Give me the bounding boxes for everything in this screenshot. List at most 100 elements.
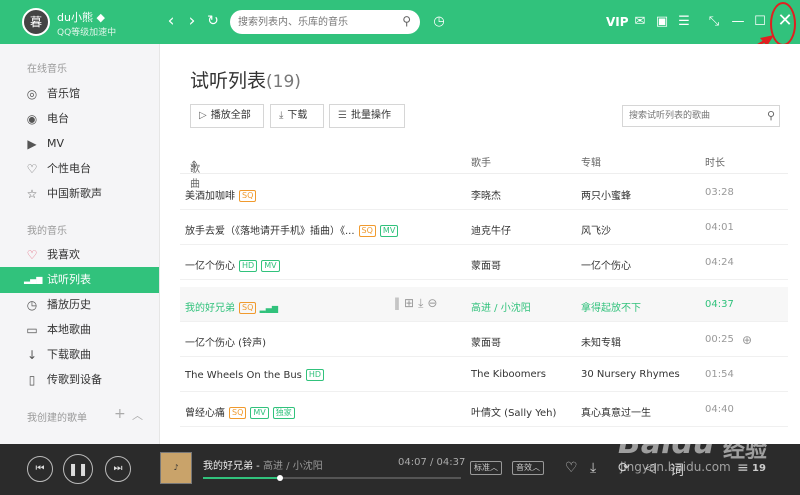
download-current-button[interactable]: ⤓: [590, 460, 596, 476]
sidebar-item-history[interactable]: ◷ 播放历史: [0, 292, 159, 318]
artist-cell[interactable]: 迪克牛仔: [471, 222, 511, 237]
progress-bar[interactable]: [203, 475, 461, 481]
sidebar: 在线音乐 ◎ 音乐馆 ◉ 电台 ▶ MV ♡ 个性电台 ☆ 中国新歌声 我的音乐…: [0, 44, 160, 444]
duration-cell: 00:25: [705, 334, 734, 345]
effect-label: 音效: [516, 463, 532, 472]
add-playlist-button[interactable]: +: [114, 406, 126, 422]
search-icon[interactable]: ⚲: [767, 109, 775, 122]
artist-cell[interactable]: The Kiboomers: [471, 369, 546, 380]
sidebar-item-label: 个性电台: [47, 162, 91, 175]
progress-fill: [203, 477, 281, 479]
music-recognition-button[interactable]: ◷: [430, 13, 448, 31]
main-menu-button[interactable]: ☰: [676, 13, 692, 31]
list-search-input[interactable]: [629, 109, 759, 123]
quality-select[interactable]: 标准︿: [470, 461, 502, 475]
avatar[interactable]: 暮: [22, 8, 50, 36]
next-button[interactable]: ⏭: [105, 456, 131, 482]
mv-icon: ▶: [27, 137, 37, 151]
duration-cell: 04:40: [705, 404, 734, 415]
mail-icon: ✉: [634, 14, 646, 29]
forward-button[interactable]: ›: [183, 12, 201, 32]
skin-button[interactable]: ▣: [654, 13, 670, 31]
exclusive-tag: 独家: [272, 407, 295, 419]
table-row[interactable]: 美酒加咖啡 SQ 李晓杰 两只小蜜蜂 03:28: [180, 175, 788, 210]
album-cell[interactable]: 一亿个伤心: [581, 257, 631, 272]
progress-handle[interactable]: [277, 475, 284, 481]
column-artist[interactable]: 歌手: [471, 154, 491, 169]
artist-cell[interactable]: 蒙面哥: [471, 257, 501, 272]
back-button[interactable]: ‹: [162, 12, 180, 32]
download-button[interactable]: ⤓ 下载: [270, 104, 324, 128]
table-row[interactable]: The Wheels On the Bus HD The Kiboomers 30…: [180, 357, 788, 392]
album-cell[interactable]: 风飞沙: [581, 222, 611, 237]
vip-button[interactable]: VIP: [606, 13, 629, 31]
column-album[interactable]: 专辑: [581, 154, 601, 169]
user-status: QQ等级加速中: [57, 28, 117, 38]
artist-cell[interactable]: 叶倩文 (Sally Yeh): [471, 404, 556, 419]
sidebar-item-personal-radio[interactable]: ♡ 个性电台: [0, 156, 159, 182]
table-row[interactable]: 放手去爱（《落地请开手机》插曲）《... SQ MV 迪克牛仔 风飞沙 04:01: [180, 210, 788, 245]
now-playing-artist[interactable]: 高进 / 小沈阳: [263, 461, 323, 472]
album-cover[interactable]: ♪: [160, 452, 192, 484]
sidebar-item-label: 试听列表: [47, 273, 91, 286]
sound-effect-select[interactable]: 音效︿: [512, 461, 544, 475]
row-actions: ‖⊞⤓⊖: [394, 296, 441, 311]
pause-button[interactable]: ❚❚: [63, 454, 93, 484]
now-playing-title[interactable]: 我的好兄弟: [203, 461, 253, 472]
more-icon[interactable]: ⊖: [427, 296, 441, 310]
add-icon[interactable]: ⊞: [404, 296, 418, 310]
collapse-playlists-button[interactable]: ︿: [132, 407, 143, 423]
page-title-text: 试听列表: [190, 70, 267, 92]
sidebar-item-downloads[interactable]: ↓ 下载歌曲: [0, 342, 159, 368]
batch-operation-button[interactable]: ☰ 批量操作: [329, 104, 405, 128]
pause-icon[interactable]: ‖: [394, 296, 404, 310]
sidebar-item-new-songs[interactable]: ☆ 中国新歌声: [0, 181, 159, 207]
watermark-url: jingyan.baidu.com: [620, 460, 731, 474]
mv-tag[interactable]: MV: [261, 260, 280, 272]
album-cell[interactable]: 未知专辑: [581, 334, 621, 349]
sidebar-item-transfer-device[interactable]: ▯ 传歌到设备: [0, 367, 159, 393]
table-header: 歌曲 ⇕ 歌手 专辑 时长: [180, 148, 788, 190]
artist-cell[interactable]: 高进 / 小沈阳: [471, 299, 531, 314]
table-row-playing[interactable]: 我的好兄弟 SQ ▂▄▆ ‖⊞⤓⊖ 高进 / 小沈阳 拿得起放不下 04:37: [180, 287, 788, 322]
user-name[interactable]: du小熊 ◆: [57, 9, 105, 25]
artist-cell[interactable]: 蒙面哥: [471, 334, 501, 349]
global-search-input[interactable]: [238, 14, 393, 30]
download-icon[interactable]: ⤓: [418, 296, 427, 310]
sidebar-item-music-hall[interactable]: ◎ 音乐馆: [0, 81, 159, 107]
duration-cell: 01:54: [705, 369, 734, 380]
batch-operation-label: 批量操作: [350, 110, 391, 121]
mv-tag[interactable]: MV: [250, 407, 269, 419]
previous-button[interactable]: ⏮: [27, 456, 53, 482]
like-button[interactable]: ♡: [565, 460, 578, 476]
table-row[interactable]: 一亿个伤心 HD MV 蒙面哥 一亿个伤心 04:24: [180, 245, 788, 280]
album-cell[interactable]: 真心真意过一生: [581, 404, 651, 419]
play-all-button[interactable]: ▷ 播放全部: [190, 104, 264, 128]
sidebar-item-local-music[interactable]: ▭ 本地歌曲: [0, 317, 159, 343]
duration-cell: 04:01: [705, 222, 734, 233]
device-icon: ▯: [28, 373, 36, 387]
album-cell[interactable]: 两只小蜜蜂: [581, 187, 631, 202]
chevron-up-icon: ︿: [490, 463, 498, 472]
sidebar-item-mv[interactable]: ▶ MV: [0, 131, 159, 157]
sort-icon: ⇕: [190, 160, 199, 171]
section-my-music: 我的音乐: [27, 226, 67, 237]
radio-icon: ◉: [26, 112, 38, 126]
sidebar-item-radio[interactable]: ◉ 电台: [0, 106, 159, 132]
album-cell[interactable]: 30 Nursery Rhymes: [581, 369, 680, 380]
sidebar-item-favorites[interactable]: ♡ 我喜欢: [0, 242, 159, 268]
column-duration[interactable]: 时长: [705, 154, 725, 169]
sidebar-item-trial-list[interactable]: ▂▄▆ 试听列表: [0, 267, 159, 293]
album-cell[interactable]: 拿得起放不下: [581, 299, 641, 314]
chevron-left-icon: ‹: [167, 11, 175, 31]
refresh-button[interactable]: ↻: [204, 12, 222, 32]
playback-time: 04:07 / 04:37: [398, 457, 466, 468]
search-icon[interactable]: ⚲: [402, 14, 411, 28]
table-row[interactable]: 一亿个伤心 (铃声) 蒙面哥 未知专辑 00:25 ⊕: [180, 322, 788, 357]
mail-button[interactable]: ✉: [632, 13, 648, 31]
sidebar-item-label: 音乐馆: [47, 87, 80, 100]
sidebar-item-label: 我喜欢: [47, 248, 80, 261]
artist-cell[interactable]: 李晓杰: [471, 187, 501, 202]
table-row[interactable]: 曾经心痛 SQ MV 独家 叶倩文 (Sally Yeh) 真心真意过一生 04:40: [180, 392, 788, 427]
mv-tag[interactable]: MV: [379, 225, 399, 237]
